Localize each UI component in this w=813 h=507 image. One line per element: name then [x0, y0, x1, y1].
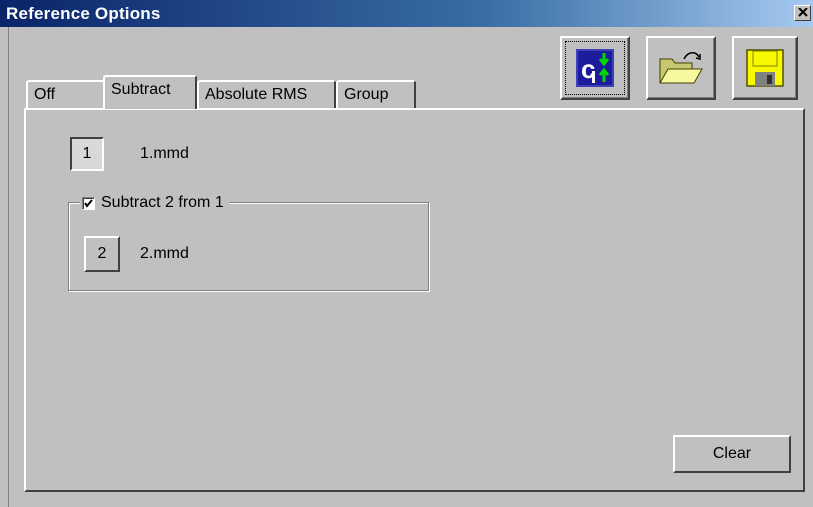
- clear-button[interactable]: Clear: [673, 435, 791, 473]
- reference-2-button[interactable]: 2: [84, 236, 120, 272]
- subtract-checkbox-control[interactable]: Subtract 2 from 1: [80, 194, 230, 212]
- subtract-checkbox[interactable]: [82, 196, 95, 210]
- checkmark-icon: [84, 198, 93, 208]
- subtract-checkbox-label: Subtract 2 from 1: [101, 194, 224, 211]
- reference-1-button[interactable]: 1: [70, 137, 104, 171]
- reference-2-file: 2.mmd: [140, 245, 189, 262]
- reference-1-file: 1.mmd: [140, 145, 189, 162]
- subtract-groupbox: [68, 202, 429, 291]
